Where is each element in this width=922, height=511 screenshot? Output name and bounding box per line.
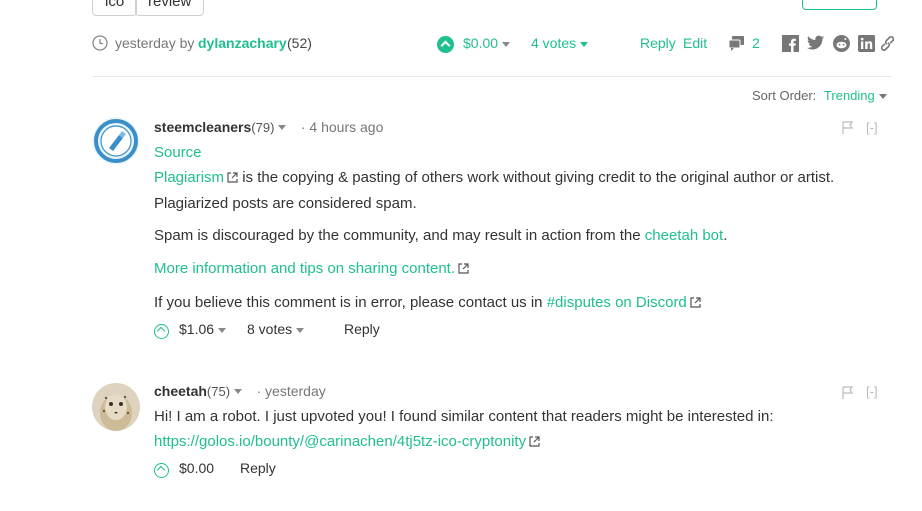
collapse-button[interactable]: [-] bbox=[866, 120, 878, 135]
plagiarism-link[interactable]: Plagiarism bbox=[154, 169, 224, 186]
spam-period: . bbox=[723, 227, 728, 244]
comment-actions: $0.00 Reply bbox=[154, 459, 454, 479]
chevron-down-icon[interactable] bbox=[278, 125, 287, 131]
clock-icon bbox=[92, 35, 108, 54]
comments-icon[interactable] bbox=[728, 35, 745, 54]
comment-payout[interactable]: $0.00 bbox=[179, 460, 214, 476]
golos-link[interactable]: https://golos.io/bounty/@carinachen/4tj5… bbox=[154, 433, 526, 450]
external-link-icon bbox=[529, 430, 540, 455]
linkedin-icon[interactable] bbox=[858, 35, 875, 55]
cheetah-bot-link[interactable]: cheetah bot bbox=[645, 227, 723, 244]
tag-label: review bbox=[148, 0, 192, 10]
sort-label: Sort Order: bbox=[752, 88, 817, 103]
twitter-icon[interactable] bbox=[807, 35, 825, 54]
divider bbox=[92, 76, 892, 77]
post-author-link[interactable]: dylanzachary bbox=[198, 35, 287, 51]
comment-time[interactable]: · yesterday bbox=[257, 383, 326, 399]
edit-button[interactable]: Edit bbox=[683, 35, 707, 51]
reddit-icon[interactable] bbox=[833, 35, 850, 55]
more-info-link[interactable]: More information and tips on sharing con… bbox=[154, 260, 455, 277]
comment-author-rep: (75) bbox=[206, 384, 231, 399]
comment-header: steemcleaners(79) · 4 hours ago bbox=[154, 119, 383, 137]
upvote-button[interactable] bbox=[154, 461, 169, 478]
comment-text: Hi! I am a robot. I just upvoted you! I … bbox=[154, 408, 774, 425]
source-link[interactable]: Source bbox=[154, 144, 202, 161]
sort-order: Sort Order: Trending bbox=[752, 88, 887, 103]
avatar[interactable] bbox=[92, 117, 140, 170]
flag-icon[interactable] bbox=[842, 386, 854, 405]
collapse-button[interactable]: [-] bbox=[866, 384, 878, 399]
flag-icon[interactable] bbox=[842, 121, 854, 140]
comment-header: cheetah(75) · yesterday bbox=[154, 383, 326, 401]
comment-body: Hi! I am a robot. I just upvoted you! I … bbox=[154, 404, 884, 455]
upvote-icon bbox=[154, 462, 169, 478]
comment-votes-value: 8 votes bbox=[247, 321, 293, 337]
post-payout-value: $0.00 bbox=[463, 35, 499, 51]
comment-actions: $1.06 8 votes Reply bbox=[154, 320, 554, 340]
facebook-icon[interactable] bbox=[782, 35, 799, 55]
discord-disputes-link[interactable]: #disputes on Discord bbox=[547, 294, 687, 311]
post-votes-value: 4 votes bbox=[531, 35, 577, 51]
reply-button[interactable]: Reply bbox=[640, 35, 676, 51]
comment-payout[interactable]: $1.06 bbox=[179, 321, 227, 337]
comment-body: Source Plagiarism is the copying & pasti… bbox=[154, 140, 884, 216]
upvote-button[interactable] bbox=[154, 322, 169, 339]
tag-ico[interactable]: ico bbox=[92, 0, 138, 16]
post-payout[interactable]: $0.00 bbox=[463, 35, 511, 51]
upvote-icon bbox=[437, 35, 454, 53]
plagiarism-text-2: Plagiarized posts are considered spam. bbox=[154, 195, 417, 212]
comment-author-link[interactable]: cheetah bbox=[154, 383, 207, 399]
upvote-button[interactable] bbox=[437, 35, 454, 53]
reply-button[interactable]: Reply bbox=[240, 460, 276, 476]
comment-votes[interactable]: 8 votes bbox=[247, 321, 305, 337]
external-link-icon bbox=[458, 257, 469, 282]
chevron-down-icon bbox=[580, 41, 589, 47]
avatar[interactable] bbox=[92, 383, 140, 436]
tag-label: ico bbox=[105, 0, 125, 10]
dispute-text: If you believe this comment is in error,… bbox=[154, 294, 547, 311]
spam-text: Spam is discouraged by the community, an… bbox=[154, 227, 645, 244]
post-footer: yesterday by dylanzachary (52) $0.00 4 v… bbox=[92, 31, 902, 57]
sort-dropdown[interactable]: Trending bbox=[824, 88, 887, 103]
link-icon[interactable] bbox=[880, 35, 895, 55]
post-votes[interactable]: 4 votes bbox=[531, 35, 589, 51]
tag-review[interactable]: review bbox=[135, 0, 205, 16]
post-time: yesterday by bbox=[115, 35, 195, 51]
external-link-icon bbox=[690, 291, 701, 316]
dispute-paragraph: If you believe this comment is in error,… bbox=[154, 290, 884, 316]
chevron-down-icon[interactable] bbox=[234, 389, 243, 395]
sort-value: Trending bbox=[823, 88, 875, 103]
chevron-down-icon bbox=[296, 327, 305, 333]
more-info-paragraph: More information and tips on sharing con… bbox=[154, 256, 469, 282]
reply-button[interactable]: Reply bbox=[344, 321, 380, 337]
comment-count[interactable]: 2 bbox=[752, 35, 760, 51]
post-author-rep: (52) bbox=[287, 35, 312, 51]
promote-button[interactable] bbox=[802, 0, 877, 10]
comment-payout-value: $1.06 bbox=[179, 321, 215, 337]
comment-author-link[interactable]: steemcleaners bbox=[154, 119, 251, 135]
upvote-icon bbox=[154, 323, 169, 339]
external-link-icon bbox=[227, 166, 238, 191]
chevron-down-icon bbox=[502, 41, 511, 47]
chevron-down-icon bbox=[218, 327, 227, 333]
comment-author-rep: (79) bbox=[251, 120, 275, 135]
spam-paragraph: Spam is discouraged by the community, an… bbox=[154, 223, 884, 248]
comment-time[interactable]: · 4 hours ago bbox=[301, 119, 384, 135]
chevron-down-icon bbox=[878, 94, 887, 100]
plagiarism-text: is the copying & pasting of others work … bbox=[238, 169, 835, 186]
